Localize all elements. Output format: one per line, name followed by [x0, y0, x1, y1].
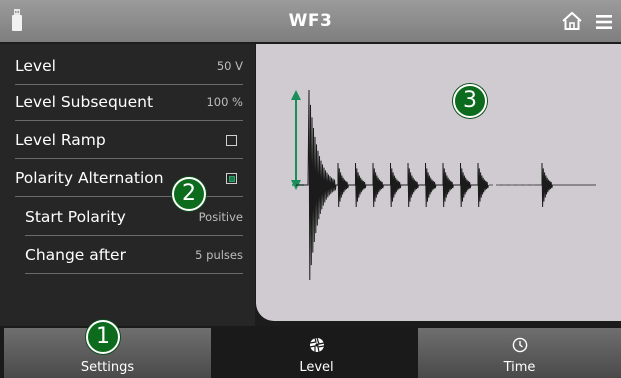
setting-value: 100 %: [206, 95, 243, 109]
home-icon[interactable]: [561, 11, 583, 31]
setting-row-level-ramp[interactable]: Level Ramp: [15, 121, 243, 159]
setting-row-level[interactable]: Level 50 V: [15, 47, 243, 85]
tab-label: Time: [503, 360, 536, 375]
polarity-alternation-checkbox[interactable]: [226, 172, 237, 184]
tab-label: Level: [299, 360, 334, 375]
waveform-graph: [291, 89, 596, 281]
aperture-icon: [309, 337, 325, 353]
setting-label: Level: [15, 57, 56, 75]
setting-label: Start Polarity: [25, 208, 126, 226]
setting-label: Level Ramp: [15, 131, 106, 149]
setting-row-level-subsequent[interactable]: Level Subsequent 100 %: [15, 83, 243, 121]
settings-panel: Level 50 V Level Subsequent 100 % Level …: [0, 44, 255, 326]
clock-icon: [512, 337, 528, 353]
menu-icon[interactable]: [596, 14, 612, 30]
setting-value: Positive: [198, 210, 243, 224]
divider: [25, 273, 243, 274]
setting-value: 5 pulses: [195, 248, 243, 262]
waveform-preview: [256, 44, 621, 321]
callout-badge-2: 2: [172, 177, 206, 211]
setting-label: Polarity Alternation: [15, 169, 164, 187]
callout-badge-3: 3: [453, 84, 487, 118]
level-ramp-checkbox[interactable]: [226, 134, 237, 146]
setting-row-polarity-alternation[interactable]: Polarity Alternation: [15, 159, 243, 197]
setting-row-start-polarity[interactable]: Start Polarity Positive: [25, 198, 243, 236]
setting-row-change-after[interactable]: Change after 5 pulses: [25, 236, 243, 274]
setting-label: Level Subsequent: [15, 93, 154, 111]
page-title: WF3: [288, 11, 333, 31]
setting-value: 50 V: [216, 59, 243, 73]
divider: [15, 196, 243, 197]
title-bar: WF3: [0, 0, 621, 42]
tab-level[interactable]: Level: [213, 328, 420, 378]
tab-time[interactable]: Time: [418, 328, 621, 378]
setting-label: Change after: [25, 246, 126, 264]
callout-badge-1: 1: [86, 320, 120, 354]
amplitude-arrow: [291, 90, 301, 190]
tab-label: Settings: [80, 360, 135, 375]
